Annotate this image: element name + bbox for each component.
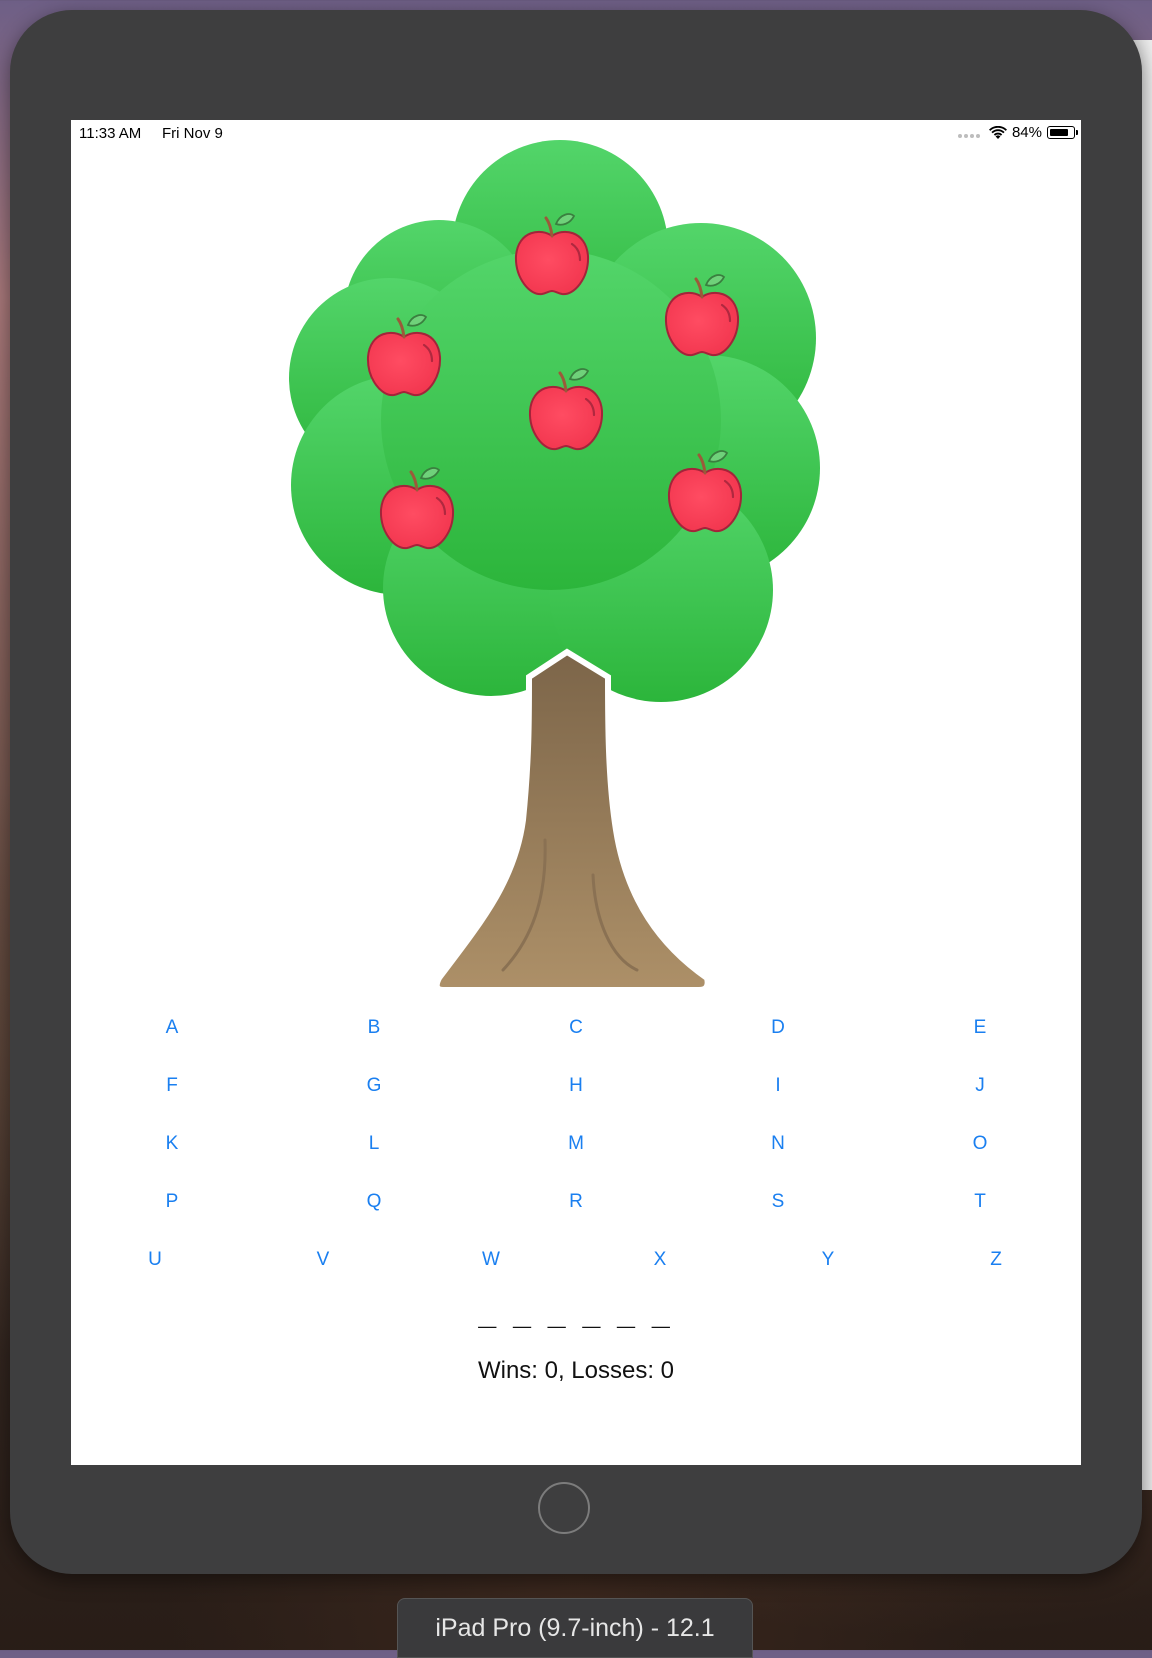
letter-button-f[interactable]: F <box>142 1075 202 1097</box>
letter-button-w[interactable]: W <box>461 1249 521 1271</box>
letter-button-i[interactable]: I <box>748 1075 808 1097</box>
letter-button-v[interactable]: V <box>293 1249 353 1271</box>
letter-button-s[interactable]: S <box>748 1191 808 1213</box>
app-screen: 11:33 AM Fri Nov 9 84% A B C D E F G H I… <box>71 120 1081 1465</box>
letter-button-u[interactable]: U <box>125 1249 185 1271</box>
letter-button-t[interactable]: T <box>950 1191 1010 1213</box>
letter-button-h[interactable]: H <box>546 1075 606 1097</box>
letter-button-y[interactable]: Y <box>798 1249 858 1271</box>
letter-button-l[interactable]: L <box>344 1133 404 1155</box>
letter-button-n[interactable]: N <box>748 1133 808 1155</box>
score-label: Wins: 0, Losses: 0 <box>477 1357 675 1384</box>
letter-button-d[interactable]: D <box>748 1017 808 1039</box>
word-label: _ _ _ _ _ _ <box>478 1295 674 1331</box>
letter-button-a[interactable]: A <box>142 1017 202 1039</box>
apple-tree-image <box>289 140 820 993</box>
letter-button-m[interactable]: M <box>546 1133 606 1155</box>
letter-button-k[interactable]: K <box>142 1133 202 1155</box>
letter-button-o[interactable]: O <box>950 1133 1010 1155</box>
letter-button-p[interactable]: P <box>142 1191 202 1213</box>
letter-button-b[interactable]: B <box>344 1017 404 1039</box>
letter-button-e[interactable]: E <box>950 1017 1010 1039</box>
letter-button-q[interactable]: Q <box>344 1191 404 1213</box>
letter-button-g[interactable]: G <box>344 1075 404 1097</box>
letter-button-x[interactable]: X <box>630 1249 690 1271</box>
letter-button-j[interactable]: J <box>950 1075 1010 1097</box>
home-button[interactable] <box>538 1482 590 1534</box>
tree-trunk <box>433 648 711 993</box>
letter-button-z[interactable]: Z <box>966 1249 1026 1271</box>
letter-button-r[interactable]: R <box>546 1191 606 1213</box>
letter-button-c[interactable]: C <box>546 1017 606 1039</box>
simulator-device-label: iPad Pro (9.7-inch) - 12.1 <box>397 1598 753 1658</box>
